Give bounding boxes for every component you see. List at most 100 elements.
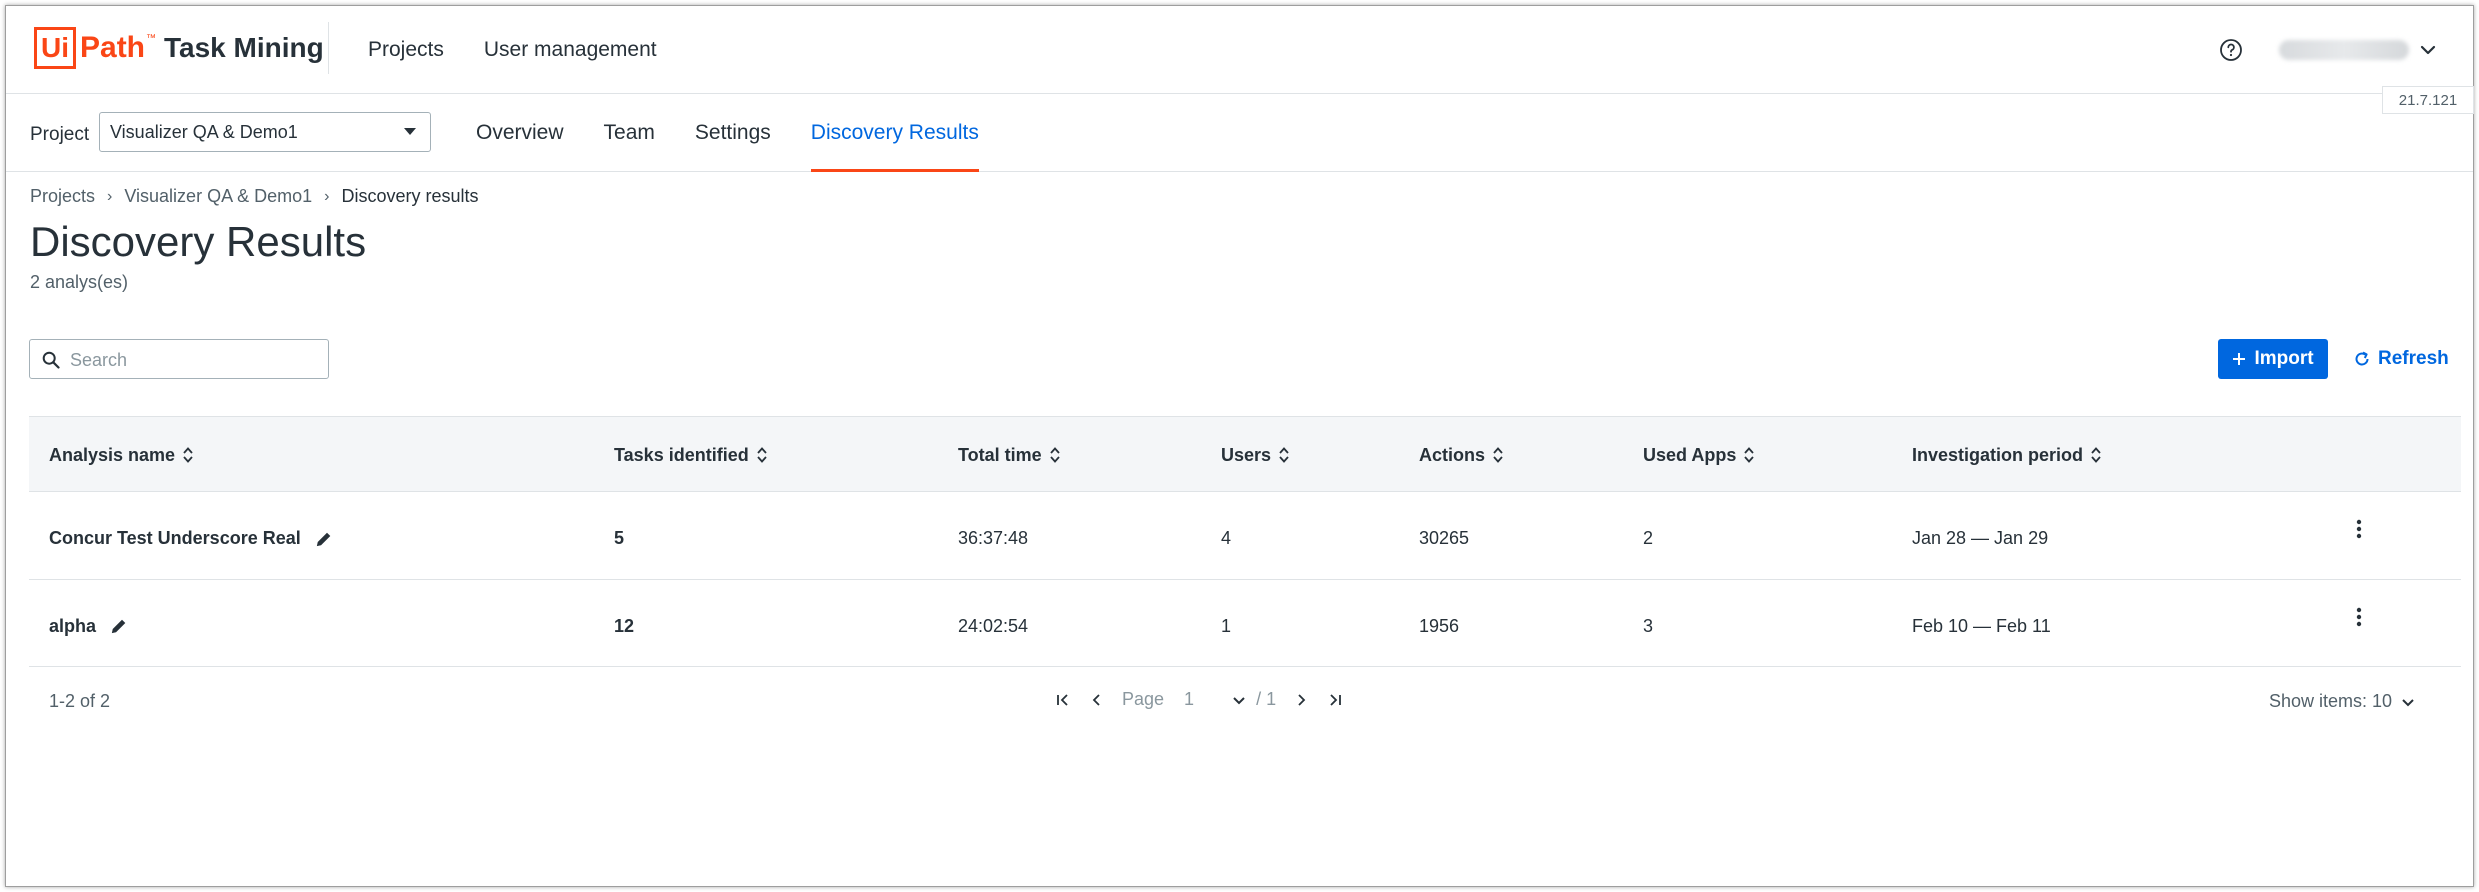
col-total-time[interactable]: Total time (958, 417, 1060, 493)
col-tasks-identified[interactable]: Tasks identified (614, 417, 767, 493)
col-label: Tasks identified (614, 444, 749, 465)
top-nav: Projects User management (368, 6, 657, 94)
plus-icon (2233, 353, 2246, 365)
cell-tasks: 12 (614, 615, 635, 636)
project-select[interactable]: Visualizer QA & Demo1 (99, 112, 431, 152)
cell-used-apps: 2 (1643, 528, 1654, 548)
project-label: Project (30, 124, 90, 145)
cell-total-time: 24:02:54 (958, 615, 1029, 636)
next-page-icon[interactable] (1292, 691, 1310, 709)
more-vertical-icon[interactable] (2347, 516, 2371, 544)
import-button-label: Import (2254, 348, 2314, 369)
chevron-down-icon (2402, 698, 2414, 706)
sort-icon (1279, 447, 1289, 463)
logo-path-text: Path (80, 31, 146, 64)
analysis-count: 2 analys(es) (30, 272, 129, 292)
tab-discovery-results[interactable]: Discovery Results (810, 94, 979, 172)
breadcrumb-project[interactable]: Visualizer QA & Demo1 (124, 186, 312, 207)
table-footer: 1-2 of 2 Page 1 / 1 Show items: 10 (29, 667, 2461, 737)
col-used-apps[interactable]: Used Apps (1643, 417, 1755, 493)
cell-actions: 1956 (1419, 615, 1460, 636)
chevron-down-icon[interactable] (1230, 691, 1248, 709)
nav-projects[interactable]: Projects (368, 38, 444, 62)
page-label: Page (1122, 689, 1165, 709)
breadcrumb: Projects › Visualizer QA & Demo1 › Disco… (30, 186, 478, 207)
project-bar: Project Visualizer QA & Demo1 Overview T… (6, 94, 2473, 172)
sort-icon (2091, 447, 2101, 463)
cell-analysis-name: alpha (49, 580, 128, 666)
sort-icon (1493, 447, 1503, 463)
analyses-table: Analysis name Tasks identified Total tim… (29, 416, 2461, 737)
sort-icon (1744, 447, 1755, 463)
search-icon (42, 351, 60, 369)
cell-analysis-name: Concur Test Underscore Real (49, 492, 333, 579)
logo-box: Ui (34, 27, 76, 69)
project-tabs: Overview Team Settings Discovery Results (476, 94, 1019, 172)
user-name-blurred[interactable] (2279, 40, 2409, 60)
cell-actions: 30265 (1419, 528, 1470, 548)
chevron-right-icon: › (324, 187, 330, 205)
col-analysis-name[interactable]: Analysis name (49, 417, 193, 493)
app-window: Ui Path ™ Task Mining Projects User mana… (5, 5, 2474, 887)
col-actions[interactable]: Actions (1419, 417, 1503, 493)
col-users[interactable]: Users (1221, 417, 1289, 493)
show-items-select[interactable]: Show items: 10 (2269, 691, 2416, 712)
app-header: Ui Path ™ Task Mining Projects User mana… (6, 6, 2473, 94)
header-divider (328, 22, 329, 74)
chevron-down-icon[interactable] (2418, 40, 2438, 60)
project-select-value: Visualizer QA & Demo1 (110, 121, 298, 142)
tab-settings[interactable]: Settings (695, 94, 771, 172)
cell-total-time: 36:37:48 (958, 528, 1029, 548)
analysis-name[interactable]: alpha (49, 616, 96, 637)
import-button[interactable]: Import (2218, 339, 2328, 379)
show-items-label: Show items: 10 (2269, 691, 2393, 711)
chevron-right-icon: › (107, 187, 113, 205)
cell-investigation-period: Feb 10 — Feb 11 (1912, 615, 2051, 636)
col-label: Total time (958, 444, 1042, 465)
total-pages: / 1 (1256, 689, 1277, 709)
refresh-button-label: Refresh (2378, 348, 2449, 369)
edit-pencil-icon[interactable] (315, 530, 333, 548)
logo-trademark: ™ (146, 32, 157, 44)
breadcrumb-current: Discovery results (341, 186, 479, 206)
last-page-icon[interactable] (1326, 691, 1344, 709)
pagination: Page 1 / 1 (1054, 689, 1344, 710)
sort-icon (183, 447, 193, 463)
prev-page-icon[interactable] (1088, 691, 1106, 709)
cell-tasks: 5 (614, 528, 625, 548)
refresh-icon (2355, 351, 2369, 366)
cell-users: 4 (1221, 528, 1232, 548)
first-page-icon[interactable] (1054, 691, 1072, 709)
tab-team[interactable]: Team (604, 94, 655, 172)
sort-icon (757, 447, 767, 463)
col-label: Analysis name (49, 444, 176, 465)
search-input[interactable] (70, 346, 320, 374)
tab-overview[interactable]: Overview (476, 94, 564, 172)
col-label: Users (1221, 444, 1272, 465)
col-label: Used Apps (1643, 444, 1737, 465)
search-box (29, 339, 329, 379)
table-header: Analysis name Tasks identified Total tim… (29, 416, 2461, 492)
uipath-logo[interactable]: Ui Path ™ Task Mining (34, 24, 324, 72)
breadcrumb-projects[interactable]: Projects (30, 186, 95, 207)
table-row[interactable]: Concur Test Underscore Real 5 36:37:48 4… (29, 492, 2461, 580)
sort-icon (1049, 447, 1060, 463)
col-label: Investigation period (1912, 444, 2084, 465)
edit-pencil-icon[interactable] (110, 617, 128, 635)
col-investigation-period[interactable]: Investigation period (1912, 417, 2101, 493)
more-vertical-icon[interactable] (2347, 604, 2371, 632)
caret-down-icon (404, 128, 416, 135)
page-title: Discovery Results (30, 218, 367, 265)
nav-user-management[interactable]: User management (484, 38, 657, 62)
page-number[interactable]: 1 (1184, 689, 1194, 710)
range-label: 1-2 of 2 (49, 691, 111, 711)
refresh-button[interactable]: Refresh (2354, 339, 2449, 379)
product-name: Task Mining (164, 32, 324, 63)
cell-users: 1 (1221, 615, 1232, 636)
analysis-name[interactable]: Concur Test Underscore Real (49, 528, 301, 549)
table-row[interactable]: alpha 12 24:02:54 1 1956 3 Feb 10 — Feb … (29, 580, 2461, 667)
col-label: Actions (1419, 444, 1486, 465)
help-icon[interactable] (2219, 38, 2243, 62)
cell-used-apps: 3 (1643, 615, 1654, 636)
cell-investigation-period: Jan 28 — Jan 29 (1912, 528, 2049, 548)
